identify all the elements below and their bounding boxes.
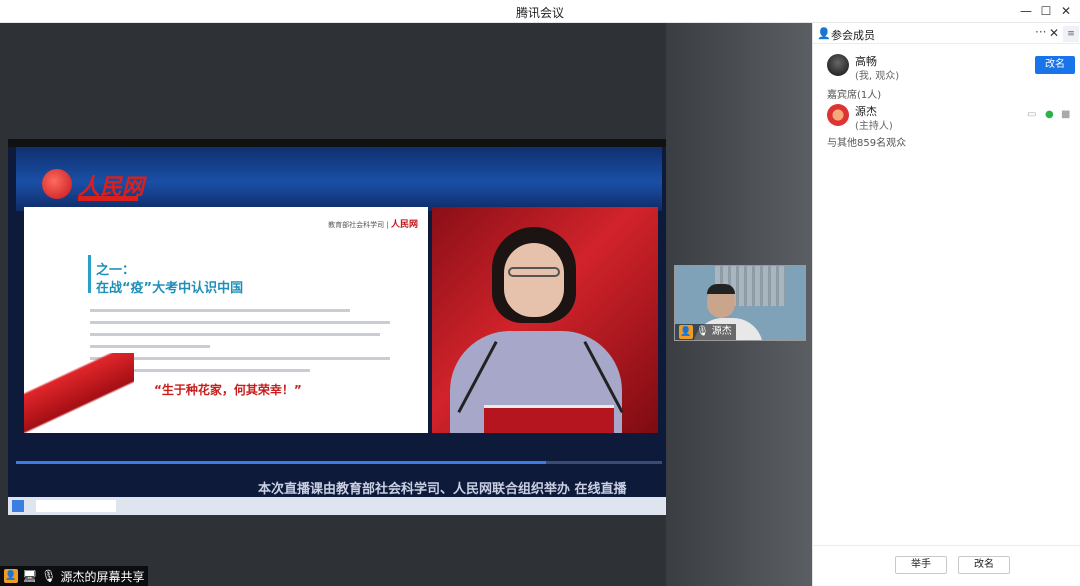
maximize-button[interactable]: ☐ bbox=[1038, 3, 1054, 19]
minimize-button[interactable]: — bbox=[1018, 3, 1034, 19]
guest-section-header[interactable]: 嘉宾席(1人) bbox=[827, 86, 881, 101]
slide-header: 教育部社会科学司 | 人民网 bbox=[328, 220, 418, 230]
person-icon: 👤 bbox=[817, 27, 831, 40]
video-progress-bar[interactable] bbox=[16, 461, 662, 464]
slide-quote: “生于种花家，何其荣幸！” bbox=[154, 383, 302, 397]
panel-menu-button[interactable]: ≡ bbox=[1063, 26, 1079, 42]
participant-hair bbox=[707, 284, 735, 294]
live-banner: 人民网 bbox=[16, 147, 662, 211]
screen-share-status: 👤 🖥 🎙 源杰的屏幕共享 bbox=[0, 566, 149, 586]
participant-thumbnail[interactable]: 👤 🎙 源杰 bbox=[674, 265, 806, 341]
close-button[interactable]: ✕ bbox=[1058, 3, 1074, 19]
podium bbox=[484, 405, 614, 433]
rename-footer-button[interactable]: 改名 bbox=[958, 556, 1010, 574]
participant-me[interactable]: 高畅 (我, 观众) 改名 bbox=[813, 45, 1080, 85]
rename-button[interactable]: 改名 bbox=[1035, 56, 1075, 74]
video-progress-fill bbox=[16, 461, 546, 464]
slide-heading-1: 之一： bbox=[96, 263, 136, 278]
slide-text-line bbox=[90, 321, 390, 324]
participant-host[interactable]: 源杰 (主持人) ▭ ● ■ bbox=[813, 101, 1080, 132]
slide-header-brand: 人民网 bbox=[390, 220, 418, 230]
shared-window-titlebar bbox=[8, 139, 666, 147]
live-ticker: 本次直播课由教育部社会科学司、人民网联合组织举办 在线直播 bbox=[258, 482, 627, 497]
taskbar-search bbox=[36, 500, 116, 512]
user-icon: 👤 bbox=[4, 569, 18, 583]
start-icon bbox=[12, 500, 24, 512]
presentation-slide: 教育部社会科学司 | 人民网 之一： 在战“疫”大考中认识中国 “生于种花家，何… bbox=[24, 207, 428, 433]
slide-heading-2: 在战“疫”大考中认识中国 bbox=[96, 281, 244, 296]
thumbnail-name: 源杰 bbox=[711, 326, 732, 337]
speaker-video bbox=[432, 207, 658, 433]
audience-summary[interactable]: 与其他859名观众 bbox=[827, 134, 906, 149]
panel-header: 👤 参会成员 ··· ✕ ≡ bbox=[813, 23, 1080, 44]
mic-icon: ● bbox=[1045, 109, 1054, 120]
slide-text-line bbox=[90, 345, 210, 348]
screen-share-icon: ▭ bbox=[1027, 109, 1037, 120]
share-status-label: 源杰的屏幕共享 bbox=[60, 569, 145, 584]
main-stage: 人民网 教育部社会科学司 | 人民网 之一： 在战“疫”大考中认识中国 “生于种… bbox=[0, 23, 666, 586]
people-daily-logo-icon bbox=[42, 169, 72, 199]
user-icon: 👤 bbox=[679, 325, 693, 339]
panel-footer: 举手 改名 bbox=[813, 545, 1080, 586]
logo-underline bbox=[78, 196, 138, 201]
more-options-button[interactable]: ··· bbox=[1035, 25, 1046, 39]
heading-accent-bar bbox=[88, 255, 91, 293]
speaker-face bbox=[504, 243, 564, 317]
avatar bbox=[827, 54, 849, 76]
slide-text-line bbox=[90, 357, 390, 360]
speaker-glasses bbox=[508, 267, 560, 277]
camera-icon: ■ bbox=[1061, 109, 1071, 120]
slide-header-text: 教育部社会科学司 bbox=[328, 221, 385, 229]
slide-text-line bbox=[90, 333, 380, 336]
shared-taskbar bbox=[8, 497, 666, 515]
window-title: 腾讯会议 bbox=[515, 6, 564, 20]
thumbnail-label: 👤 🎙 源杰 bbox=[675, 324, 736, 340]
mic-icon: 🎙 bbox=[41, 569, 57, 583]
participants-panel: 👤 参会成员 ··· ✕ ≡ 高畅 (我, 观众) 改名 嘉宾席(1人) 源杰 … bbox=[812, 23, 1080, 586]
title-bar: 腾讯会议 — ☐ ✕ bbox=[0, 0, 1080, 23]
mic-icon: 🎙 bbox=[696, 326, 709, 337]
avatar bbox=[827, 104, 849, 126]
red-ribbon-decoration bbox=[24, 353, 134, 433]
raise-hand-button[interactable]: 举手 bbox=[895, 556, 947, 574]
panel-close-button[interactable]: ✕ bbox=[1049, 26, 1059, 40]
host-role: (主持人) bbox=[855, 121, 893, 132]
screen-share-view[interactable]: 人民网 教育部社会科学司 | 人民网 之一： 在战“疫”大考中认识中国 “生于种… bbox=[8, 139, 666, 515]
participant-status: (我, 观众) bbox=[855, 71, 900, 82]
panel-title: 参会成员 bbox=[831, 29, 875, 42]
screen-icon: 🖥 bbox=[22, 569, 38, 583]
slide-text-line bbox=[90, 309, 350, 312]
